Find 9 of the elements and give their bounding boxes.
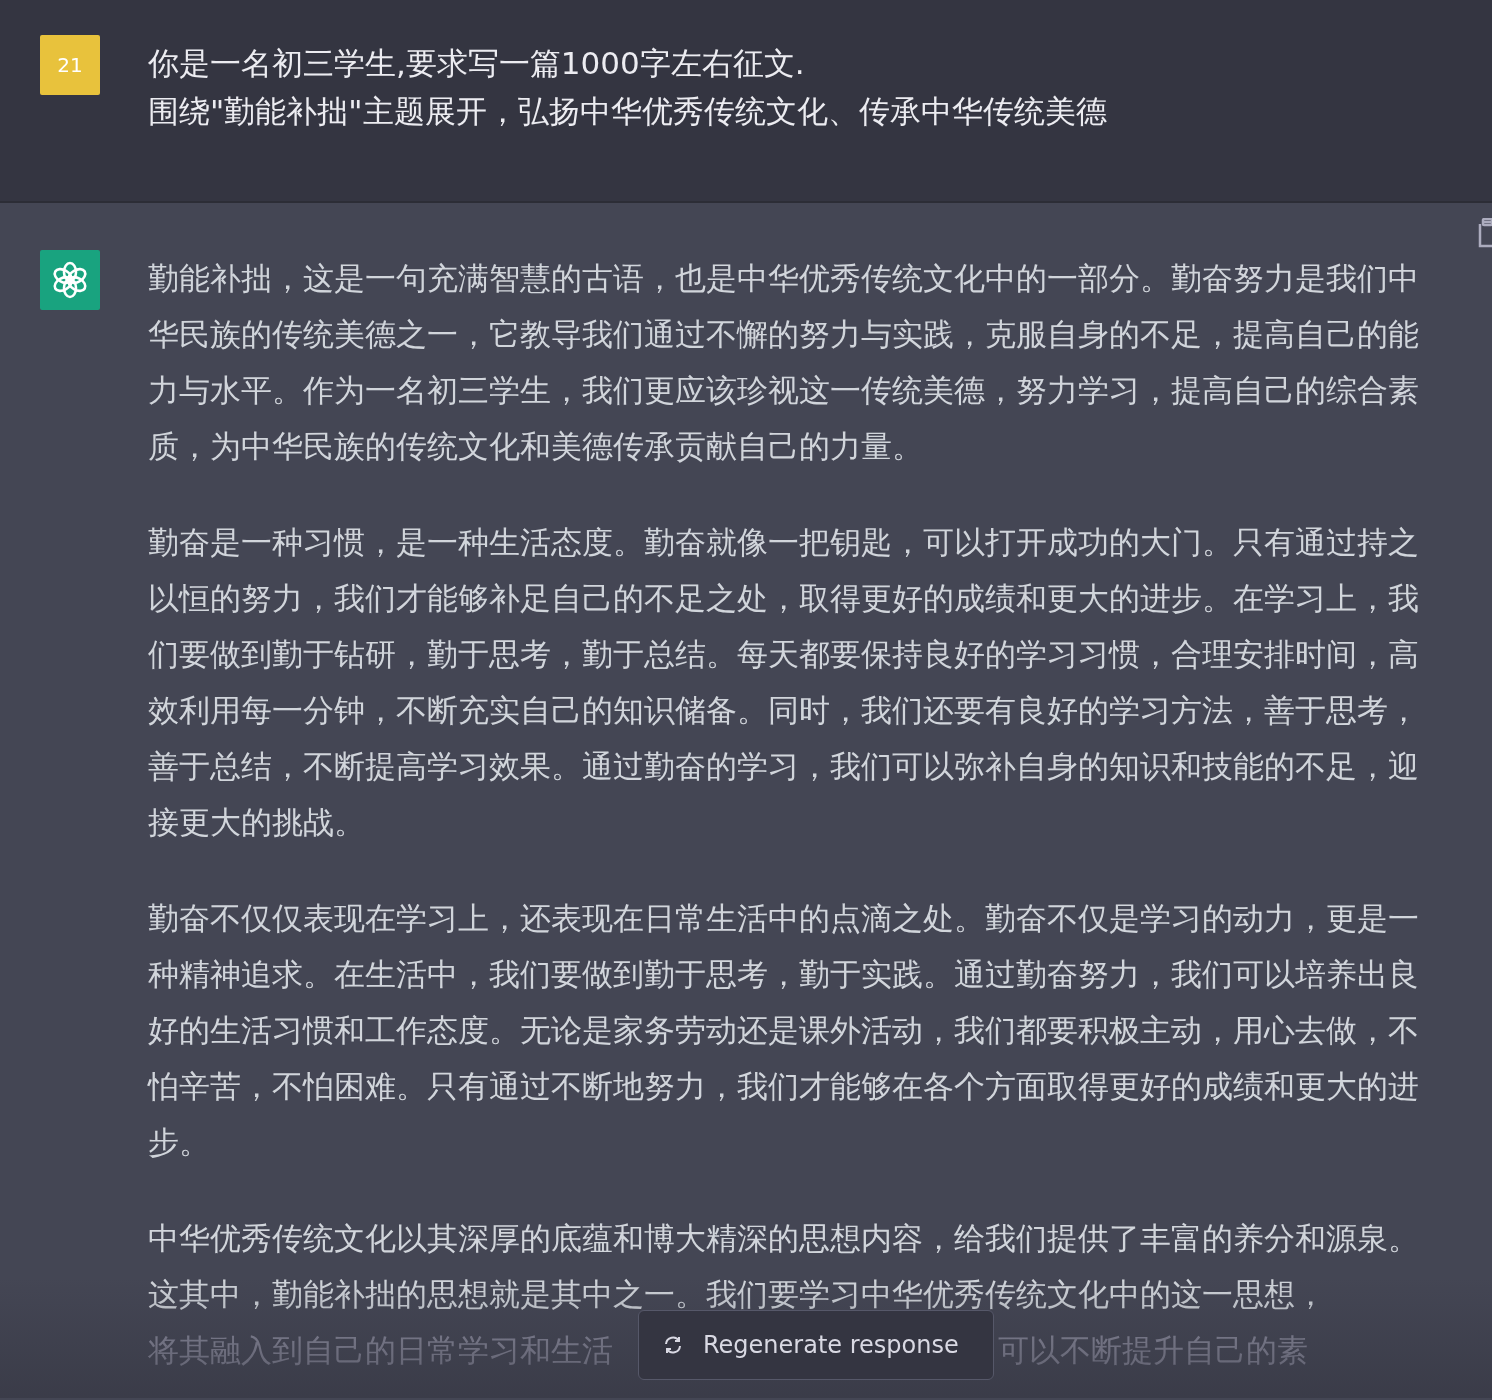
regenerate-button[interactable]: Regenerate response	[638, 1310, 994, 1380]
response-paragraph: 勤能补拙，这是一句充满智慧的古语，也是中华优秀传统文化中的一部分。勤奋努力是我们中华民族的传统美德之一，它教导我们通过不懈的努力与实践，克服自身的不足，提高自己的能力与水平。作为一名初三学生，我们更应该珍视这一传统美德，努力学习，提高自己的综合素质，为中华民族的传统文化和美德传承贡献自己的力量。	[148, 259, 1420, 466]
clipboard-icon[interactable]	[1478, 218, 1492, 248]
user-message: 你是一名初三学生,要求写一篇1000字左右征文. 围绕"勤能补拙"主题展开，弘扬中华优秀传统文化、传承中华传统美德	[148, 44, 1107, 131]
response-paragraph: 勤奋是一种习惯，是一种生活态度。勤奋就像一把钥匙，可以打开成功的大门。只有通过持之以恒的努力，我们才能够补足自己的不足之处，取得更好的成绩和更大的进步。在学习上，我们要做到勤于钻研，勤于思考，勤于总结。每天都要保持良好的学习习惯，合理安排时间，高效利用每一分钟，不断充实自己的知识储备。同时，我们还要有良好的学习方法，善于思考，善于总结，不断提高学习效果。通过勤奋的学习，我们可以弥补自身的知识和技能的不足，迎接更大的挑战。	[148, 523, 1420, 842]
knot-icon	[50, 260, 90, 300]
refresh-icon	[663, 1335, 683, 1355]
user-avatar: 21	[40, 35, 100, 95]
response-paragraph: 勤奋不仅仅表现在学习上，还表现在日常生活中的点滴之处。勤奋不仅是学习的动力，更是一种精神追求。在生活中，我们要做到勤于思考，勤于实践。通过勤奋努力，我们可以培养出良好的生活习惯和工作态度。无论是家务劳动还是课外活动，我们都要积极主动，用心去做，不怕辛苦，不怕困难。只有通过不断地努力，我们才能够在各个方面取得更好的成绩和更大的进步。	[148, 899, 1420, 1162]
